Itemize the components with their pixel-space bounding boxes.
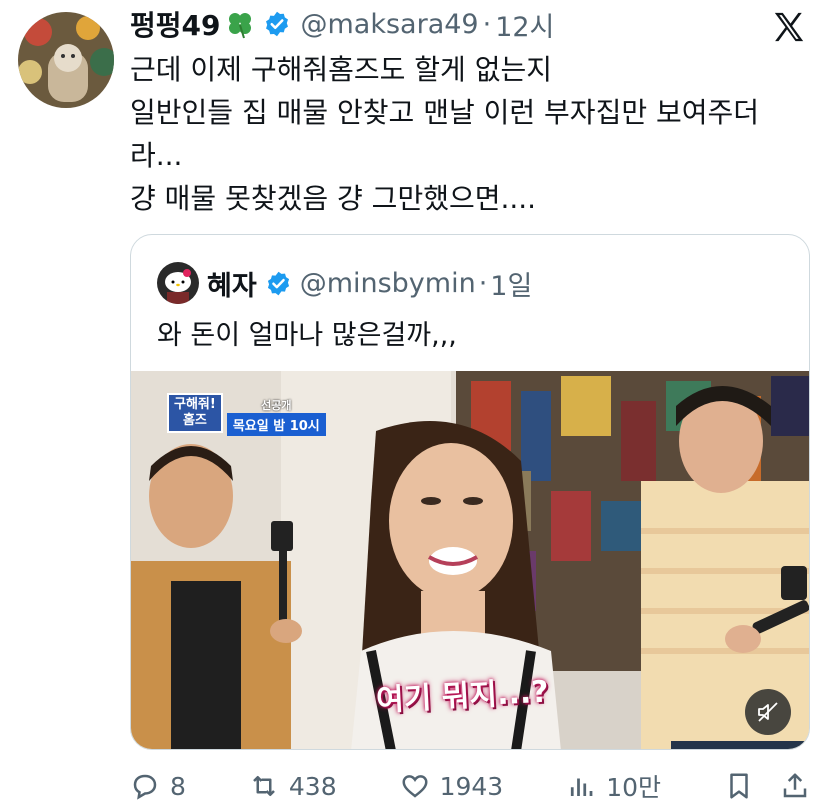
quoted-author-handle[interactable]: @minsbymin xyxy=(300,268,476,299)
quoted-tweet-header: 혜자 @minsbymin · 1일 xyxy=(157,261,532,305)
clover-emoji-icon xyxy=(228,13,251,39)
quoted-author-avatar[interactable] xyxy=(157,262,199,304)
tweet-header: 펑펑49 @maksara49 · 12시 xyxy=(130,4,554,44)
author-handle[interactable]: @maksara49 xyxy=(301,9,479,40)
quoted-tweet-text: 와 돈이 얼마나 많은걸까,,, xyxy=(157,320,457,351)
logo-line: 홈즈 xyxy=(182,413,207,428)
video-player[interactable]: 구해줘! 홈즈 선공개 목요일 밤 10시 여기 뭐지...? xyxy=(131,371,809,749)
view-count: 10만 xyxy=(606,773,662,802)
action-bar: 8 438 1943 10만 xyxy=(130,764,810,808)
show-logo-box: 구해줘! 홈즈 xyxy=(167,393,223,433)
logo-line: 구해줘! xyxy=(174,397,216,412)
tweet-text-line: 일반인들 집 매물 안찾고 맨날 이런 부자집만 보여주더 xyxy=(130,96,760,129)
mute-button[interactable] xyxy=(745,689,791,735)
heart-icon xyxy=(402,775,428,798)
share-icon xyxy=(783,773,807,798)
quoted-tweet[interactable]: 혜자 @minsbymin · 1일 와 돈이 얼마나 많은걸까,,, 구해줘!… xyxy=(130,234,810,750)
separator-dot: · xyxy=(478,267,488,299)
post-time[interactable]: 12시 xyxy=(495,5,554,44)
share-button[interactable] xyxy=(780,771,810,801)
like-count: 1943 xyxy=(439,771,504,801)
promo-bottom-label: 목요일 밤 10시 xyxy=(226,413,326,436)
video-caption: 여기 뭐지...? xyxy=(375,674,550,719)
reply-icon xyxy=(133,774,157,800)
quoted-author-name[interactable]: 혜자 xyxy=(207,264,257,303)
reply-count: 8 xyxy=(170,771,186,801)
quoted-post-time[interactable]: 1일 xyxy=(490,264,532,303)
promo-banner: 선공개 목요일 밤 10시 xyxy=(226,397,326,436)
tweet-text: 근데 이제 구해줘홈즈도 할게 없는지 일반인들 집 매물 안찾고 맨날 이런 … xyxy=(130,48,810,220)
views-button[interactable]: 10만 xyxy=(566,768,661,804)
bookmark-button[interactable] xyxy=(724,771,754,801)
author-name[interactable]: 펑펑49 xyxy=(130,4,221,44)
tweet-text-line: 걍 매물 못찾겠음 걍 그만했으면.... xyxy=(130,182,537,215)
retweet-button[interactable]: 438 xyxy=(249,771,337,801)
author-avatar[interactable] xyxy=(18,12,114,108)
retweet-icon xyxy=(253,776,275,796)
promo-top-label: 선공개 xyxy=(261,399,292,412)
verified-badge-icon[interactable] xyxy=(265,270,292,297)
like-button[interactable]: 1943 xyxy=(400,771,504,801)
mute-icon xyxy=(758,702,778,722)
verified-badge-icon[interactable] xyxy=(263,10,291,38)
views-chart-icon xyxy=(571,778,593,796)
retweet-count: 438 xyxy=(288,771,337,801)
show-logo: 구해줘! 홈즈 선공개 목요일 밤 10시 xyxy=(167,393,326,436)
bookmark-icon xyxy=(730,773,748,799)
separator-dot: · xyxy=(482,8,492,40)
x-logo-icon[interactable] xyxy=(772,10,806,44)
action-bar-right xyxy=(724,771,810,801)
reply-button[interactable]: 8 xyxy=(130,771,186,801)
tweet-text-line: 라... xyxy=(130,139,183,172)
tweet-text-line: 근데 이제 구해줘홈즈도 할게 없는지 xyxy=(130,53,553,86)
